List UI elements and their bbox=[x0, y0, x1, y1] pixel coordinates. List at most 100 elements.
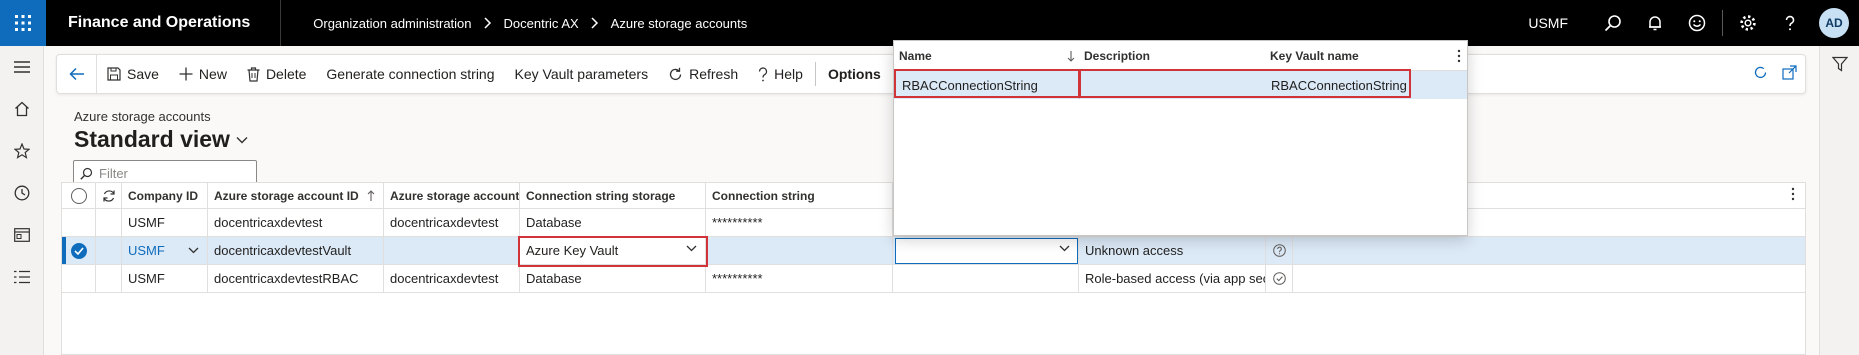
help-action-button[interactable]: Help bbox=[748, 55, 813, 93]
refresh-button[interactable]: Refresh bbox=[658, 55, 748, 93]
delete-label: Delete bbox=[265, 66, 307, 82]
cell-connection-string-storage: Azure Key Vault bbox=[526, 243, 619, 258]
refresh-circle-icon bbox=[1754, 66, 1767, 79]
nav-workspaces-button[interactable] bbox=[0, 214, 44, 256]
app-launcher-button[interactable] bbox=[0, 0, 46, 46]
cell-access: Unknown access bbox=[1079, 237, 1266, 264]
cell-status bbox=[1266, 265, 1293, 292]
table-row-selected[interactable]: USMF docentricaxdevtestVault Azure Key V… bbox=[62, 237, 1805, 265]
cell-account-id[interactable]: docentricaxdevtest bbox=[208, 209, 384, 236]
cell-account-id[interactable]: docentricaxdevtestVault bbox=[208, 237, 384, 264]
select-all-checkbox[interactable] bbox=[62, 183, 96, 208]
nav-recent-button[interactable] bbox=[0, 172, 44, 214]
refresh-label: Refresh bbox=[689, 66, 739, 82]
cell-access: Role-based access (via app secret) bbox=[1079, 265, 1266, 292]
delete-button[interactable]: Delete bbox=[237, 55, 316, 93]
expand-navigation-button[interactable] bbox=[0, 46, 44, 88]
help-icon bbox=[1785, 15, 1795, 31]
user-avatar[interactable]: AD bbox=[1819, 8, 1849, 38]
settings-button[interactable] bbox=[1727, 0, 1769, 46]
plus-icon bbox=[179, 67, 193, 81]
cell-company-id[interactable]: USMF bbox=[122, 209, 208, 236]
lookup-row[interactable]: RBACConnectionString RBACConnectionStrin… bbox=[894, 71, 1467, 99]
table-row[interactable]: USMF docentricaxdevtestRBAC docentricaxd… bbox=[62, 265, 1805, 293]
breadcrumb-item-docentric-ax[interactable]: Docentric AX bbox=[504, 16, 579, 31]
cell-company-id-dropdown[interactable]: USMF bbox=[122, 237, 208, 264]
save-button[interactable]: Save bbox=[97, 55, 169, 93]
filter-input[interactable] bbox=[99, 165, 249, 181]
options-label: Options bbox=[827, 66, 881, 82]
hamburger-icon bbox=[14, 61, 30, 73]
row-select[interactable] bbox=[62, 209, 96, 236]
lookup-more-options-button[interactable] bbox=[1457, 49, 1461, 66]
nav-home-button[interactable] bbox=[0, 88, 44, 130]
attachments-button[interactable] bbox=[1753, 65, 1768, 83]
row-checked-circle bbox=[70, 242, 87, 259]
column-header-company-id[interactable]: Company ID bbox=[122, 183, 208, 208]
cell-connection-string[interactable] bbox=[706, 237, 893, 264]
cell-connection-string[interactable]: ********** bbox=[706, 265, 893, 292]
cell-filler bbox=[1293, 237, 1805, 264]
lookup-cell-description[interactable] bbox=[1084, 71, 1264, 99]
lookup-cell-key-vault-name[interactable]: RBACConnectionString bbox=[1271, 71, 1451, 99]
lookup-cell-name[interactable]: RBACConnectionString bbox=[902, 71, 1077, 99]
refresh-icon bbox=[102, 189, 115, 202]
connection-string-storage-select[interactable]: Azure Key Vault bbox=[520, 237, 706, 264]
notifications-button[interactable] bbox=[1634, 0, 1676, 46]
key-vault-parameters-button[interactable]: Key Vault parameters bbox=[505, 55, 659, 93]
view-selector[interactable]: Standard view bbox=[74, 126, 248, 153]
grid-more-options-button[interactable] bbox=[1791, 187, 1795, 204]
column-header-connection-string-storage[interactable]: Connection string storage bbox=[520, 183, 706, 208]
breadcrumb-item-organization-administration[interactable]: Organization administration bbox=[313, 16, 471, 31]
open-in-new-window-button[interactable] bbox=[1782, 65, 1797, 83]
chevron-down-icon bbox=[1059, 245, 1070, 252]
star-icon bbox=[14, 143, 30, 159]
cell-account-name[interactable]: docentricaxdevtest bbox=[384, 209, 520, 236]
page-title: Standard view bbox=[74, 126, 230, 152]
home-icon bbox=[15, 101, 29, 117]
new-label: New bbox=[198, 66, 227, 82]
cell-account-id[interactable]: docentricaxdevtestRBAC bbox=[208, 265, 384, 292]
refresh-grid-button[interactable] bbox=[96, 183, 122, 208]
right-filter-rail bbox=[1819, 46, 1859, 355]
nav-favorites-button[interactable] bbox=[0, 130, 44, 172]
bell-icon bbox=[1649, 16, 1661, 31]
help-button[interactable] bbox=[1769, 0, 1811, 46]
column-header-account-id[interactable]: Azure storage account ID bbox=[208, 183, 384, 208]
filter-funnel-icon bbox=[1831, 56, 1848, 72]
cell-connection-string[interactable]: ********** bbox=[706, 209, 893, 236]
lookup-column-header-name[interactable]: Name bbox=[899, 41, 1079, 71]
lookup-column-header-description[interactable]: Description bbox=[1084, 41, 1264, 71]
chevron-down-icon bbox=[236, 136, 248, 143]
chevron-right-icon bbox=[591, 17, 599, 29]
search-button[interactable] bbox=[1592, 0, 1634, 46]
chevron-right-icon bbox=[483, 17, 492, 29]
nav-modules-button[interactable] bbox=[0, 256, 44, 298]
options-tab[interactable]: Options bbox=[818, 55, 891, 93]
back-button[interactable] bbox=[57, 55, 97, 93]
generate-connection-string-button[interactable]: Generate connection string bbox=[316, 55, 504, 93]
row-select[interactable] bbox=[62, 265, 96, 292]
key-vault-secret-input[interactable] bbox=[895, 238, 1078, 264]
row-select[interactable] bbox=[62, 237, 96, 264]
column-header-connection-string[interactable]: Connection string bbox=[706, 183, 893, 208]
feedback-button[interactable] bbox=[1676, 0, 1718, 46]
cell-account-name[interactable] bbox=[384, 237, 520, 264]
back-arrow-icon bbox=[68, 67, 84, 81]
lookup-column-header-key-vault-name[interactable]: Key Vault name bbox=[1270, 41, 1450, 71]
cell-connection-string-storage[interactable]: Database bbox=[520, 209, 706, 236]
company-picker[interactable]: USMF bbox=[1528, 15, 1568, 31]
key-vault-secret-lookup[interactable] bbox=[893, 237, 1079, 264]
save-icon bbox=[107, 67, 121, 81]
cell-company-id[interactable]: USMF bbox=[122, 265, 208, 292]
cell-key-vault-secret[interactable] bbox=[893, 265, 1079, 292]
more-vertical-icon bbox=[1457, 49, 1461, 63]
filter-pane-button[interactable] bbox=[1831, 56, 1848, 355]
new-button[interactable]: New bbox=[169, 55, 237, 93]
breadcrumb-item-azure-storage-accounts[interactable]: Azure storage accounts bbox=[611, 16, 748, 31]
open-new-window-icon bbox=[1782, 65, 1797, 80]
cell-connection-string-storage[interactable]: Database bbox=[520, 265, 706, 292]
app-title[interactable]: Finance and Operations bbox=[68, 14, 250, 32]
column-header-account-name[interactable]: Azure storage account na... bbox=[384, 183, 520, 208]
cell-account-name[interactable]: docentricaxdevtest bbox=[384, 265, 520, 292]
